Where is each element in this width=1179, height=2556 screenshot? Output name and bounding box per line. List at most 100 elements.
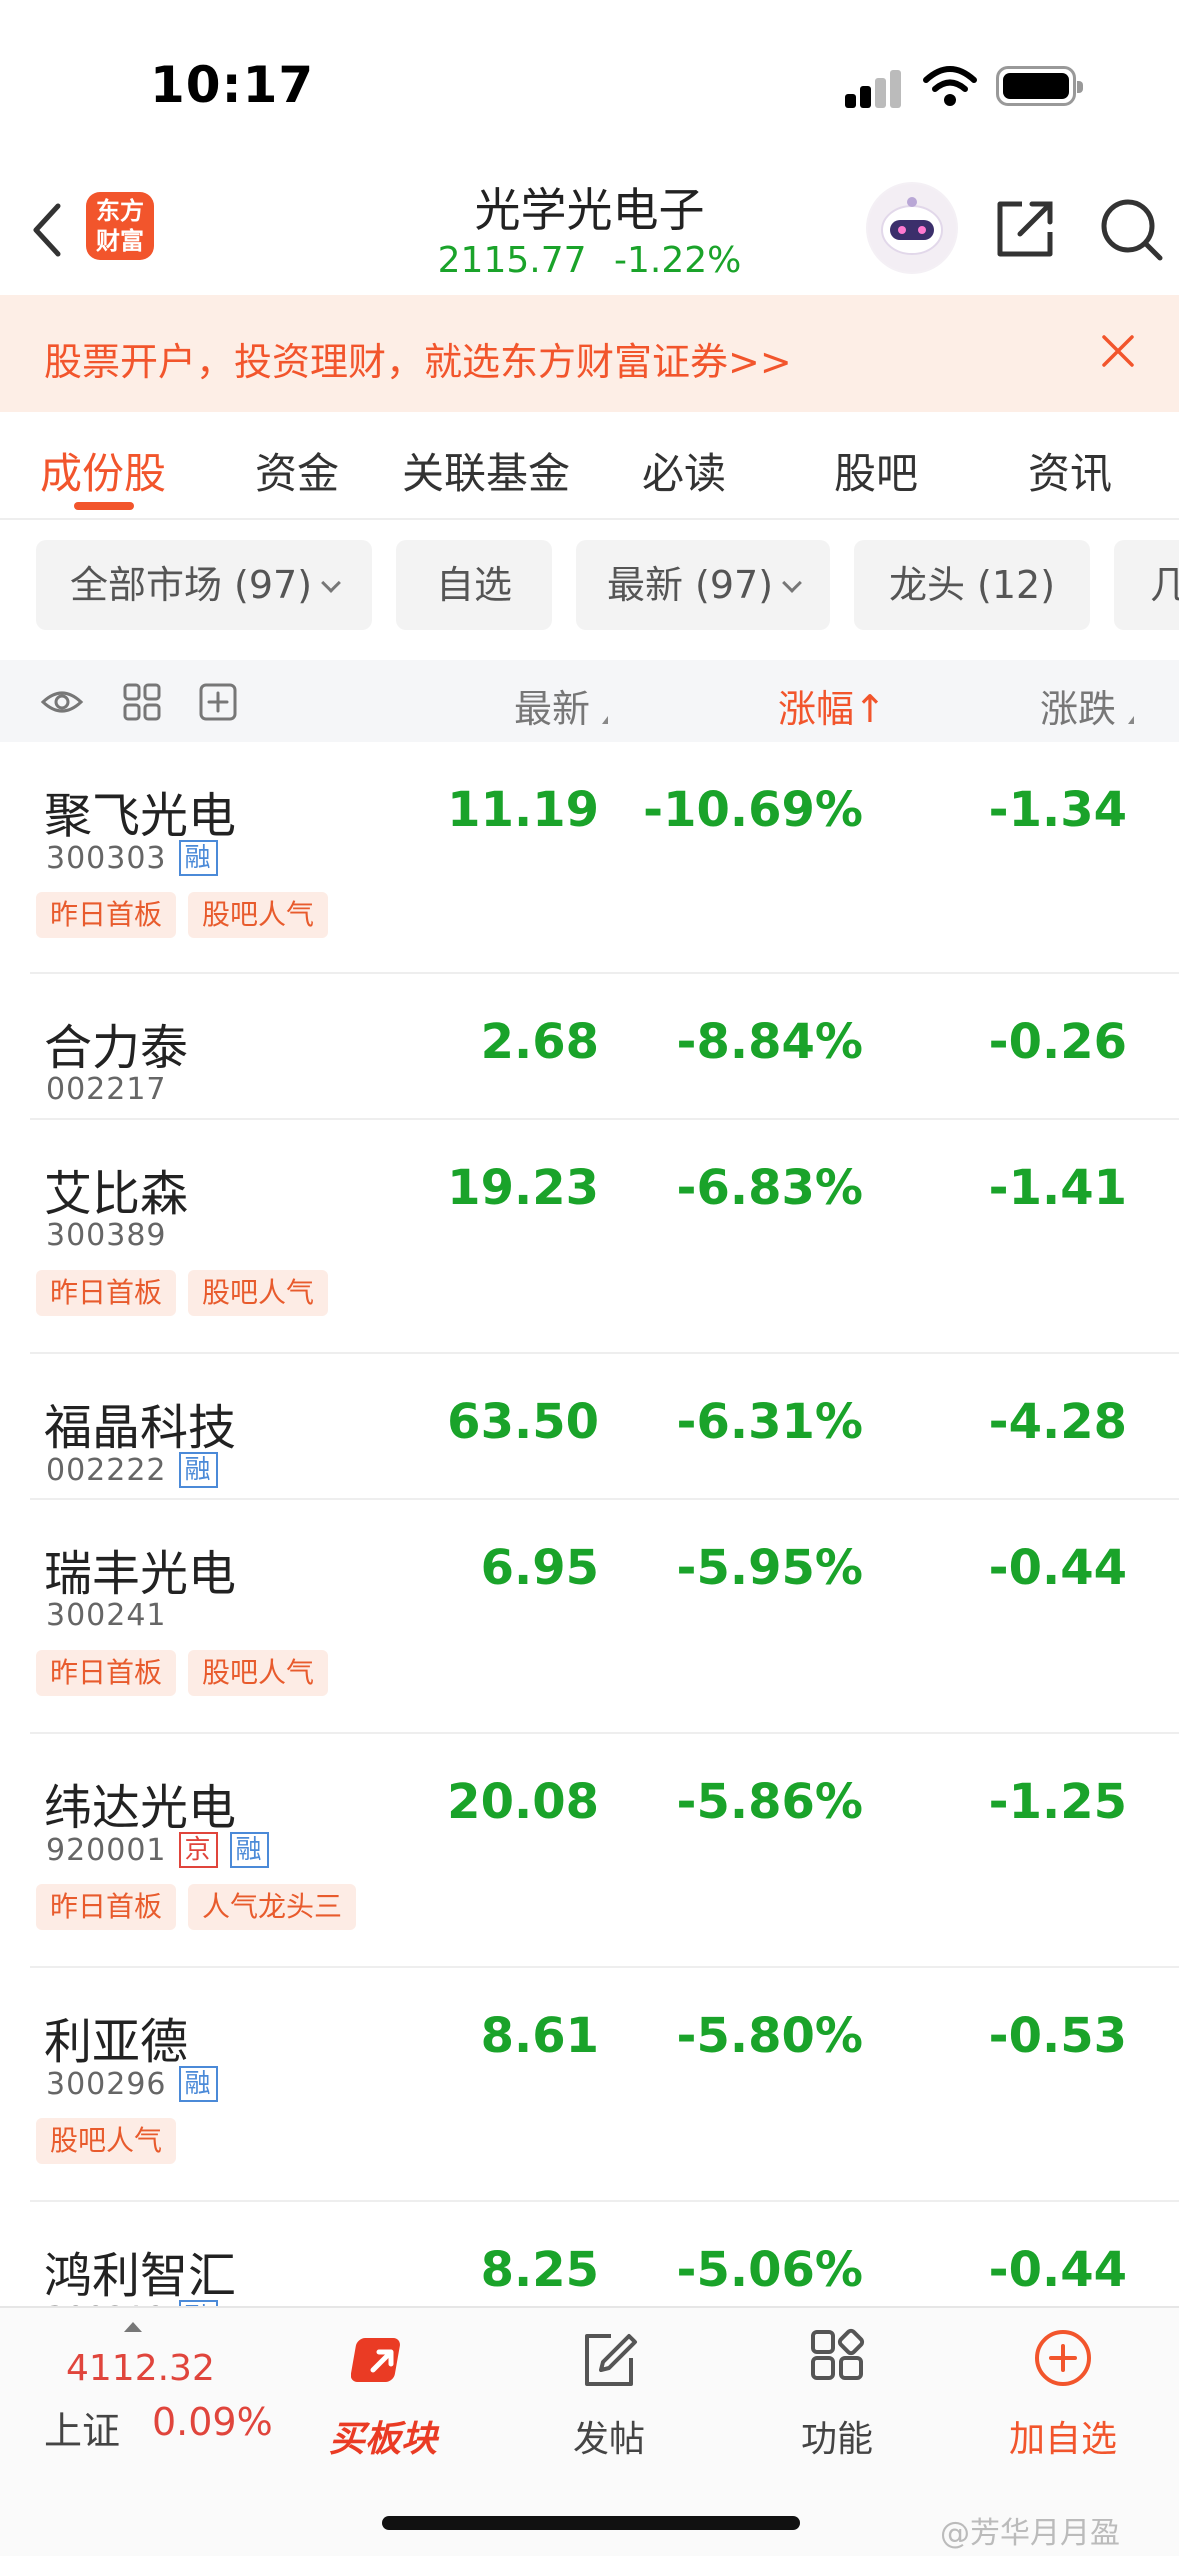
nav-post-label: 发帖 bbox=[572, 2419, 645, 2460]
promo-banner: 股票开户，投资理财，就选东方财富证券>> bbox=[0, 295, 1179, 412]
stock-row[interactable]: 艾比森 300389 19.23 -6.83% -1.41 昨日首板 股吧人气 bbox=[0, 1120, 1179, 1354]
market-filter-label: 全部市场 (97) bbox=[69, 563, 313, 607]
expand-arrow-icon[interactable] bbox=[124, 2322, 142, 2332]
sse-index-pct: 0.09% bbox=[152, 2400, 273, 2444]
stock-price: 8.61 bbox=[480, 2008, 599, 2064]
column-latest[interactable]: 最新 bbox=[514, 678, 590, 733]
tab-must-read[interactable]: 必读 bbox=[642, 440, 726, 501]
stock-name: 艾比森 bbox=[44, 1166, 189, 1222]
margin-badge: 融 bbox=[178, 840, 218, 876]
stock-change: -1.25 bbox=[988, 1774, 1127, 1830]
sort-icon bbox=[1128, 716, 1134, 724]
nav-add-watchlist[interactable]: 加自选 bbox=[988, 2324, 1138, 2484]
stock-tags: 昨日首板 股吧人气 bbox=[36, 1650, 340, 1696]
close-icon[interactable] bbox=[1098, 331, 1138, 371]
home-indicator[interactable] bbox=[382, 2516, 800, 2530]
latest-filter-label: 最新 (97) bbox=[606, 563, 774, 607]
sort-icon bbox=[602, 716, 608, 724]
sse-index-value[interactable]: 4112.32 bbox=[66, 2348, 215, 2389]
stock-row[interactable]: 纬达光电 920001 京融 20.08 -5.86% -1.25 昨日首板 人气龙… bbox=[0, 1734, 1179, 1968]
stock-tag: 昨日首板 bbox=[36, 1650, 177, 1696]
wifi-icon bbox=[923, 66, 977, 106]
more-filter[interactable]: 几 bbox=[1114, 540, 1179, 630]
add-box-icon[interactable] bbox=[196, 680, 240, 724]
tab-forum[interactable]: 股吧 bbox=[834, 440, 918, 501]
eye-icon[interactable] bbox=[40, 680, 84, 724]
stock-tag: 昨日首板 bbox=[36, 892, 177, 938]
latest-filter-dropdown[interactable]: 最新 (97) bbox=[576, 540, 830, 630]
stock-change-pct: -8.84% bbox=[676, 1014, 863, 1070]
stock-change-pct: -5.80% bbox=[676, 2008, 863, 2064]
stock-tag: 股吧人气 bbox=[188, 892, 329, 938]
stock-tags: 昨日首板 人气龙头三 bbox=[36, 1884, 368, 1930]
stock-price: 20.08 bbox=[447, 1774, 599, 1830]
stock-code-value: 002222 bbox=[46, 1453, 167, 1488]
stock-name: 瑞丰光电 bbox=[44, 1546, 237, 1602]
promo-banner-link[interactable]: 股票开户，投资理财，就选东方财富证券>> bbox=[44, 331, 792, 386]
stock-code: 920001 京融 bbox=[46, 1832, 269, 1868]
stock-row[interactable]: 瑞丰光电 300241 6.95 -5.95% -0.44 昨日首板 股吧人气 bbox=[0, 1500, 1179, 1734]
stock-tags: 昨日首板 股吧人气 bbox=[36, 1270, 340, 1316]
stock-price: 6.95 bbox=[480, 1540, 599, 1596]
stock-row[interactable]: 合力泰 002217 2.68 -8.84% -0.26 bbox=[0, 974, 1179, 1120]
margin-badge: 融 bbox=[178, 2066, 218, 2102]
market-filter-dropdown[interactable]: 全部市场 (97) bbox=[36, 540, 372, 630]
stock-row[interactable]: 利亚德 300296 融 8.61 -5.80% -0.53 股吧人气 bbox=[0, 1968, 1179, 2202]
column-header: 最新 涨幅↑ 涨跌 bbox=[0, 660, 1179, 742]
grid-icon[interactable] bbox=[120, 680, 164, 724]
search-icon[interactable] bbox=[1096, 194, 1166, 264]
stock-change: -0.26 bbox=[988, 1014, 1127, 1070]
post-icon bbox=[585, 2334, 637, 2386]
chevron-down-icon bbox=[321, 573, 341, 593]
tab-related-funds[interactable]: 关联基金 bbox=[402, 440, 570, 501]
stock-name: 合力泰 bbox=[44, 1020, 189, 1076]
stock-name: 聚飞光电 bbox=[44, 788, 237, 844]
tab-funds-flow[interactable]: 资金 bbox=[255, 440, 339, 501]
margin-badge: 融 bbox=[178, 1452, 218, 1488]
ai-assistant-icon[interactable] bbox=[866, 182, 958, 274]
stock-name: 利亚德 bbox=[44, 2014, 189, 2070]
margin-badge: 融 bbox=[229, 1832, 269, 1868]
watchlist-filter[interactable]: 自选 bbox=[396, 540, 552, 630]
stock-price: 63.50 bbox=[447, 1394, 599, 1450]
nav-functions-label: 功能 bbox=[800, 2419, 873, 2460]
column-change-pct[interactable]: 涨幅↑ bbox=[778, 678, 886, 733]
stock-change-pct: -6.31% bbox=[676, 1394, 863, 1450]
stock-price: 8.25 bbox=[480, 2242, 599, 2298]
stock-change: -0.44 bbox=[988, 2242, 1127, 2298]
stock-change: -1.34 bbox=[988, 782, 1127, 838]
watchlist-filter-label: 自选 bbox=[435, 563, 512, 607]
stock-price: 19.23 bbox=[447, 1160, 599, 1216]
stock-row[interactable]: 聚飞光电 300303 融 11.19 -10.69% -1.34 昨日首板 股吧人… bbox=[0, 742, 1179, 974]
status-bar: 10:17 bbox=[0, 0, 1179, 170]
stock-tags: 昨日首板 股吧人气 bbox=[36, 892, 340, 938]
nav-post[interactable]: 发帖 bbox=[534, 2324, 684, 2484]
sector-index-value: 2115.77 bbox=[437, 240, 587, 281]
stock-code: 300241 bbox=[46, 1598, 167, 1633]
status-time: 10:17 bbox=[150, 56, 315, 114]
exchange-badge: 京 bbox=[178, 1832, 218, 1868]
tab-news[interactable]: 资讯 bbox=[1028, 440, 1112, 501]
stock-code-value: 920001 bbox=[46, 1833, 167, 1868]
nav-buy-sector[interactable]: 买板块 bbox=[308, 2324, 458, 2484]
column-change[interactable]: 涨跌 bbox=[1040, 678, 1116, 733]
stock-row[interactable]: 福晶科技 002222 融 63.50 -6.31% -4.28 bbox=[0, 1354, 1179, 1500]
leader-filter[interactable]: 龙头 (12) bbox=[854, 540, 1090, 630]
stock-code-value: 300389 bbox=[46, 1218, 167, 1253]
stock-tag: 人气龙头三 bbox=[188, 1884, 357, 1930]
chevron-down-icon bbox=[782, 573, 802, 593]
cellular-signal-icon bbox=[845, 68, 905, 108]
stock-name: 福晶科技 bbox=[44, 1400, 237, 1456]
stock-change: -0.53 bbox=[988, 2008, 1127, 2064]
stock-change-pct: -6.83% bbox=[676, 1160, 863, 1216]
stock-change-pct: -5.06% bbox=[676, 2242, 863, 2298]
stock-tags: 股吧人气 bbox=[36, 2118, 188, 2164]
nav-functions[interactable]: 功能 bbox=[762, 2324, 912, 2484]
stock-change: -1.41 bbox=[988, 1160, 1127, 1216]
share-icon[interactable] bbox=[992, 196, 1058, 262]
stock-tag: 股吧人气 bbox=[188, 1270, 329, 1316]
tab-constituents[interactable]: 成份股 bbox=[40, 440, 166, 501]
stock-tag: 股吧人气 bbox=[36, 2118, 177, 2164]
apps-icon bbox=[811, 2328, 865, 2380]
stock-tag: 股吧人气 bbox=[188, 1650, 329, 1696]
